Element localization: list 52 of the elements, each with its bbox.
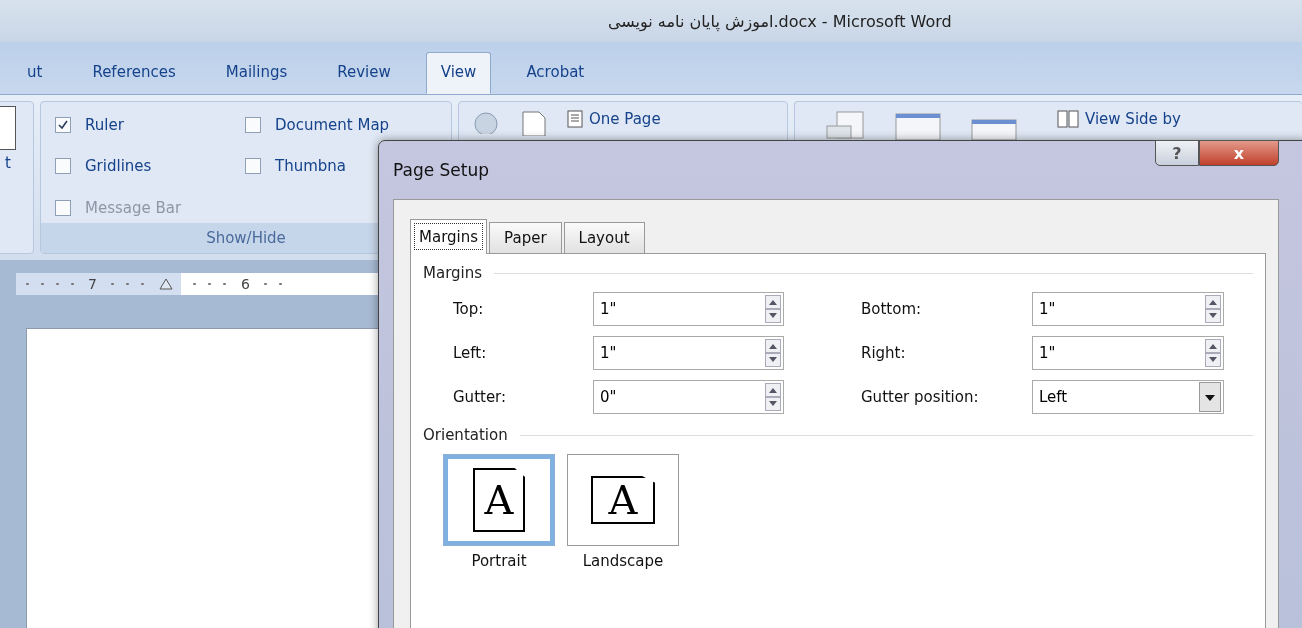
help-button[interactable]: ? xyxy=(1155,140,1199,166)
spin-arrows-icon[interactable] xyxy=(1205,295,1221,323)
checkbox-option[interactable]: Gridlines xyxy=(55,151,245,182)
orientation-option[interactable]: A xyxy=(443,454,555,546)
dialog-tab[interactable]: Paper xyxy=(489,222,562,253)
orientation-option[interactable]: A xyxy=(567,454,679,546)
field-label: Right: xyxy=(860,344,907,362)
page-icon xyxy=(0,106,16,150)
spin-field[interactable]: 1" xyxy=(1032,292,1224,326)
view-side-by-side-button[interactable]: View Side by xyxy=(1057,110,1181,128)
ribbon-tab[interactable]: Acrobat xyxy=(511,52,600,94)
ribbon-tab[interactable]: References xyxy=(77,52,191,94)
orientation-label: Landscape xyxy=(582,552,664,570)
portrait-page-icon: A xyxy=(473,468,525,532)
checkmark-icon xyxy=(58,119,68,130)
field-label: Gutter position: xyxy=(860,388,980,406)
page-icon xyxy=(567,110,583,128)
close-button[interactable]: x xyxy=(1199,140,1279,166)
ribbon-tab[interactable]: Review xyxy=(322,52,406,94)
landscape-page-icon: A xyxy=(591,476,655,524)
dialog-tab[interactable]: Margins xyxy=(410,219,488,254)
ribbon-tab[interactable]: View xyxy=(425,52,492,94)
field-label: Gutter: xyxy=(453,388,508,406)
ruler-number: 7 xyxy=(88,276,97,292)
window-icon[interactable] xyxy=(895,110,941,140)
spin-arrows-icon[interactable] xyxy=(765,339,781,367)
checkbox-option[interactable]: Document Map xyxy=(245,110,445,140)
orientation-label: Portrait xyxy=(471,552,527,570)
window-title: اموزش پایان نامه نویسی.docx - Microsoft Word xyxy=(608,11,952,31)
one-page-button[interactable]: One Page xyxy=(567,110,661,128)
section-heading: Margins xyxy=(423,264,483,282)
button-label: t xyxy=(5,154,11,172)
field-label: Left: xyxy=(453,344,488,362)
pages-icon xyxy=(1057,110,1079,128)
ribbon-tab[interactable]: Mailings xyxy=(210,52,303,94)
spin-field[interactable]: 0" xyxy=(593,380,784,414)
dialog-tab[interactable]: Layout xyxy=(563,222,645,253)
spin-field[interactable]: 1" xyxy=(593,292,784,326)
dialog-title: Page Setup xyxy=(393,160,490,180)
spin-arrows-icon[interactable] xyxy=(765,383,781,411)
spin-field[interactable]: 1" xyxy=(1032,336,1224,370)
section-heading: Orientation xyxy=(423,426,508,444)
spin-arrows-icon[interactable] xyxy=(1205,339,1221,367)
ruler-number: 6 xyxy=(240,276,250,292)
ribbon-tab[interactable]: ut xyxy=(12,52,58,94)
spin-arrows-icon[interactable] xyxy=(765,295,781,323)
spin-field[interactable]: 1" xyxy=(593,336,784,370)
field-label: Top: xyxy=(453,300,485,318)
checkbox-option[interactable]: Ruler xyxy=(55,110,245,140)
field-label: Bottom: xyxy=(860,300,923,318)
indent-marker-icon[interactable] xyxy=(158,278,173,290)
dropdown[interactable]: Left xyxy=(1032,380,1224,414)
